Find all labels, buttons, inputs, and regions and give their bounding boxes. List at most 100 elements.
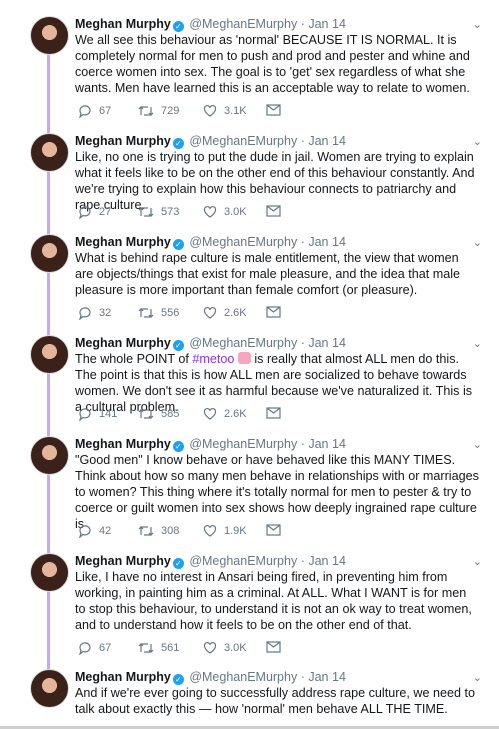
verified-icon: ✓ [172, 239, 184, 250]
dm-icon [266, 306, 281, 318]
like-icon [203, 524, 217, 537]
dm-icon [266, 104, 281, 116]
retweet-icon [138, 526, 154, 536]
tweet-date[interactable]: Jan 14 [308, 134, 346, 148]
retweet-count: 585 [161, 408, 180, 420]
tweet-date[interactable]: Jan 14 [308, 17, 346, 31]
like-button[interactable]: 3.0K [203, 641, 247, 655]
like-count: 2.6K [224, 307, 247, 319]
reply-icon [79, 642, 91, 655]
chevron-down-icon[interactable]: ⌄ [473, 17, 482, 33]
reply-button[interactable]: 32 [78, 306, 111, 320]
author-name[interactable]: Meghan Murphy [75, 17, 171, 31]
author-handle[interactable]: @MeghanEMurphy [189, 437, 297, 451]
like-count: 1.9K [224, 525, 247, 537]
tweet-date[interactable]: Jan 14 [308, 670, 346, 684]
emoji-icon [237, 352, 251, 364]
chevron-down-icon[interactable]: ⌄ [473, 670, 482, 686]
verified-icon: ✓ [172, 674, 184, 685]
author-handle[interactable]: @MeghanEMurphy [189, 670, 297, 684]
dm-button[interactable] [266, 104, 281, 116]
like-count: 3.0K [224, 642, 247, 654]
author-handle[interactable]: @MeghanEMurphy [189, 554, 297, 568]
reply-button[interactable]: 67 [78, 641, 111, 655]
reply-count: 67 [99, 105, 112, 117]
dm-button[interactable] [266, 306, 281, 318]
like-count: 3.1K [224, 105, 247, 117]
reply-button[interactable]: 27 [78, 205, 111, 219]
author-name[interactable]: Meghan Murphy [75, 437, 171, 451]
like-button[interactable]: 2.6K [203, 407, 247, 421]
avatar[interactable] [30, 16, 69, 55]
chevron-down-icon[interactable]: ⌄ [473, 134, 482, 150]
avatar[interactable] [30, 436, 69, 475]
author-handle[interactable]: @MeghanEMurphy [189, 336, 297, 350]
retweet-button[interactable]: 308 [138, 524, 179, 538]
chevron-down-icon[interactable]: ⌄ [473, 235, 482, 251]
retweet-button[interactable]: 556 [138, 306, 179, 320]
author-name[interactable]: Meghan Murphy [75, 235, 171, 249]
reply-count: 141 [99, 408, 118, 420]
tweet-text: Like, I have no interest in Ansari being… [75, 570, 472, 632]
retweet-button[interactable]: 585 [138, 407, 179, 421]
avatar[interactable] [30, 133, 69, 172]
like-button[interactable]: 2.6K [203, 306, 247, 320]
verified-icon: ✓ [172, 138, 184, 149]
retweet-button[interactable]: 561 [138, 641, 179, 655]
author-name[interactable]: Meghan Murphy [75, 670, 171, 684]
verified-icon: ✓ [172, 21, 184, 32]
tweet-text: What is behind rape culture is male enti… [75, 251, 461, 297]
tweet-text: And if we're ever going to successfully … [75, 686, 476, 716]
retweet-count: 561 [161, 642, 180, 654]
tweet-text: Like, no one is trying to put the dude i… [75, 150, 475, 212]
author-handle[interactable]: @MeghanEMurphy [189, 235, 297, 249]
like-button[interactable]: 3.1K [203, 104, 247, 118]
chevron-down-icon[interactable]: ⌄ [473, 336, 482, 352]
reply-icon [79, 105, 91, 118]
like-button[interactable]: 1.9K [203, 524, 247, 538]
dm-icon [266, 407, 281, 419]
like-icon [203, 306, 217, 319]
author-handle[interactable]: @MeghanEMurphy [189, 17, 297, 31]
reply-count: 42 [99, 525, 112, 537]
author-handle[interactable]: @MeghanEMurphy [189, 134, 297, 148]
author-name[interactable]: Meghan Murphy [75, 134, 171, 148]
avatar[interactable] [30, 553, 69, 592]
like-button[interactable]: 3.0K [203, 205, 247, 219]
avatar[interactable] [30, 335, 69, 374]
reply-button[interactable]: 67 [78, 104, 111, 118]
retweet-icon [138, 207, 154, 217]
like-icon [203, 407, 217, 420]
author-name[interactable]: Meghan Murphy [75, 554, 171, 568]
reply-icon [79, 525, 91, 538]
dm-button[interactable] [266, 524, 281, 536]
dm-icon [266, 205, 281, 217]
retweet-icon [138, 643, 154, 653]
tweet-date[interactable]: Jan 14 [308, 437, 346, 451]
tweet-date[interactable]: Jan 14 [308, 235, 346, 249]
reply-button[interactable]: 42 [78, 524, 111, 538]
like-count: 2.6K [224, 408, 247, 420]
retweet-count: 308 [161, 525, 180, 537]
reply-icon [79, 307, 91, 320]
dm-icon [266, 524, 281, 536]
dm-button[interactable] [266, 205, 281, 217]
hashtag-link[interactable]: #metoo [192, 352, 234, 366]
retweet-button[interactable]: 729 [138, 104, 179, 118]
tweet-date[interactable]: Jan 14 [308, 336, 346, 350]
author-name[interactable]: Meghan Murphy [75, 336, 171, 350]
like-count: 3.0K [224, 206, 247, 218]
dm-button[interactable] [266, 641, 281, 653]
avatar[interactable] [30, 234, 69, 273]
avatar[interactable] [30, 669, 69, 708]
reply-count: 32 [99, 307, 112, 319]
reply-button[interactable]: 141 [78, 407, 117, 421]
retweet-button[interactable]: 573 [138, 205, 179, 219]
tweet-date[interactable]: Jan 14 [308, 554, 346, 568]
dm-icon [266, 641, 281, 653]
chevron-down-icon[interactable]: ⌄ [473, 437, 482, 453]
dm-button[interactable] [266, 407, 281, 419]
chevron-down-icon[interactable]: ⌄ [473, 554, 482, 570]
like-icon [203, 641, 217, 654]
retweet-icon [138, 106, 154, 116]
